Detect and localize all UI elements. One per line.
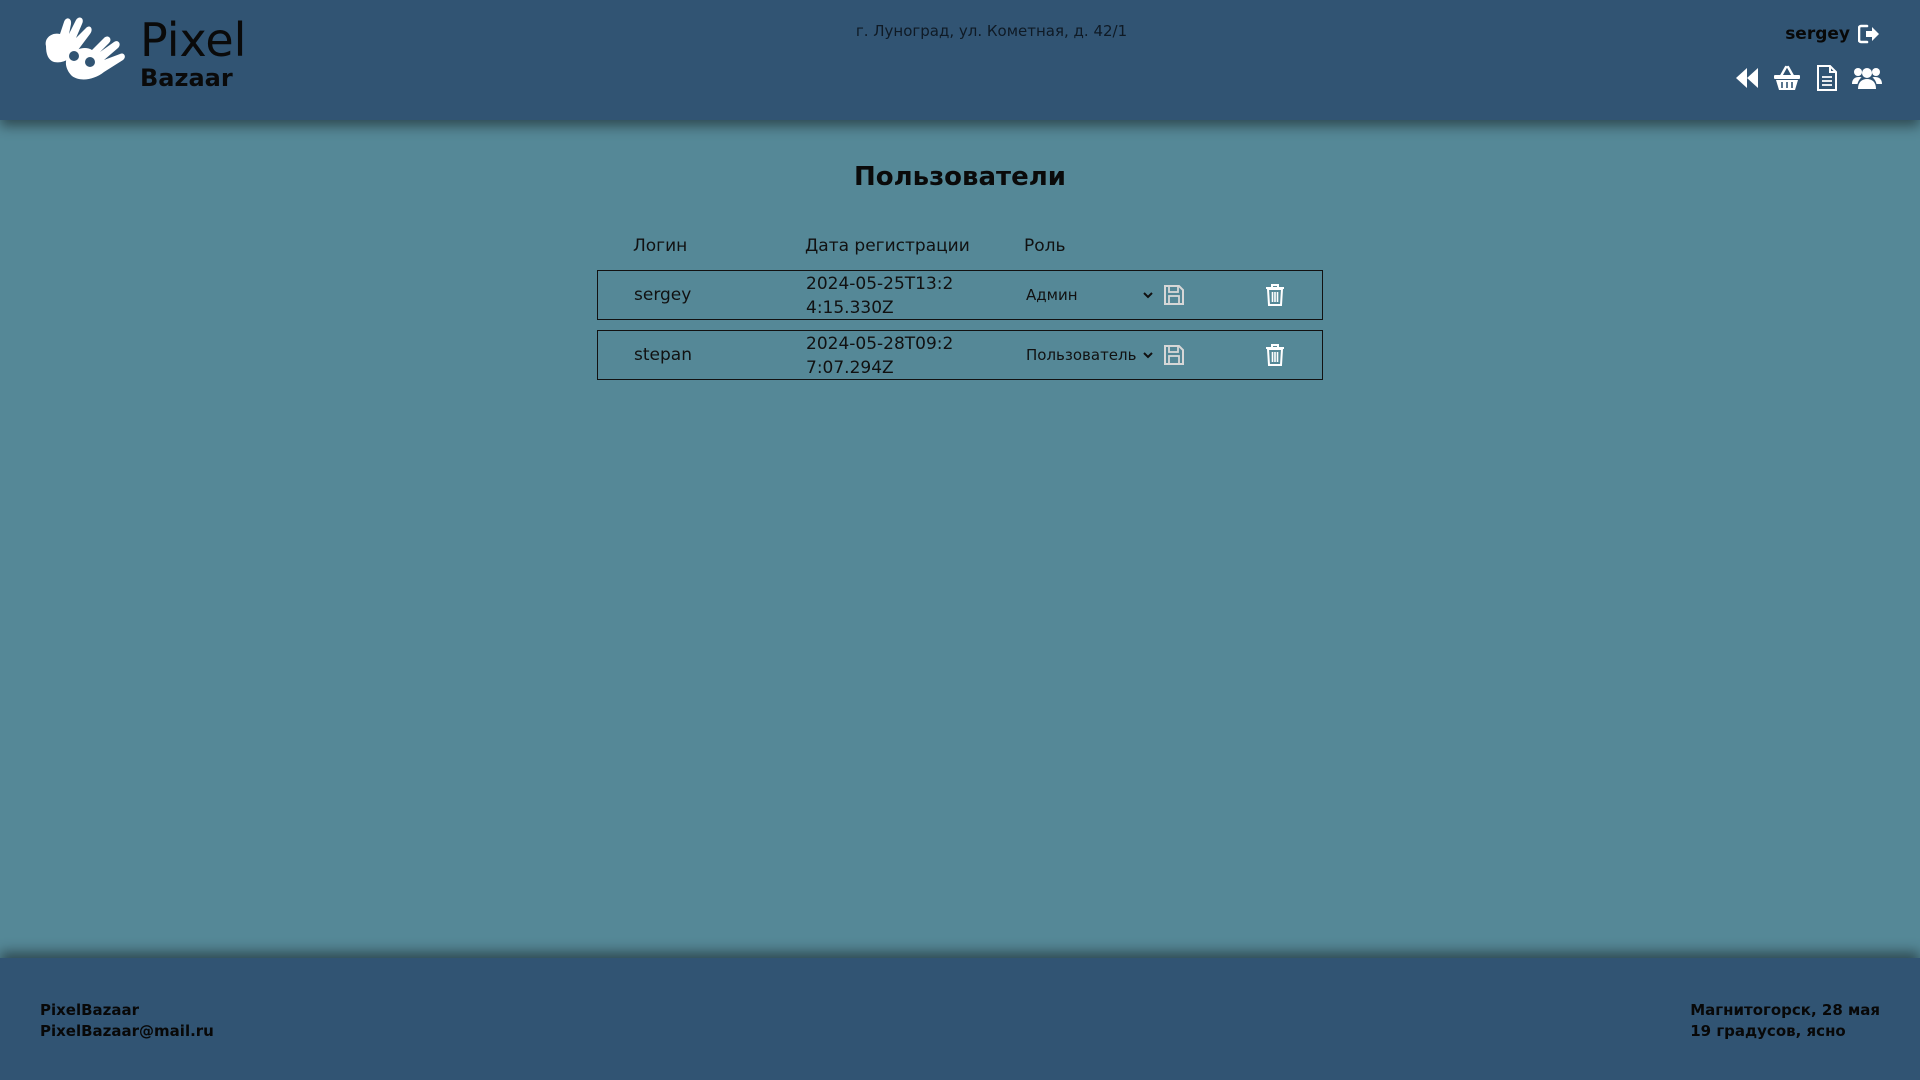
- users-icon[interactable]: [1852, 63, 1882, 93]
- chevron-down-icon: [1143, 292, 1153, 299]
- basket-icon[interactable]: [1772, 63, 1802, 93]
- role-select[interactable]: Пользователь: [1026, 344, 1154, 366]
- sign-out-icon[interactable]: [1858, 24, 1880, 44]
- user-login: stepan: [634, 345, 692, 365]
- store-address: г. Луноград, ул. Кометная, д. 42/1: [855, 22, 1128, 40]
- role-select[interactable]: Админ: [1026, 284, 1154, 306]
- footer-email[interactable]: PixelBazaar@mail.ru: [40, 1021, 214, 1042]
- table-row: sergey 2024-05-25T13:24:15.330Z Админ: [597, 270, 1323, 320]
- nav-icons: [1732, 63, 1882, 93]
- footer-brand: PixelBazaar: [40, 1001, 140, 1019]
- trash-icon[interactable]: [1264, 283, 1286, 307]
- current-username: sergey: [1785, 24, 1850, 44]
- weather-location-date: Магнитогорск, 28 мая: [1690, 1001, 1880, 1019]
- page-title: Пользователи: [853, 162, 1067, 192]
- registration-date: 2024-05-28T09:27:07.294Z: [806, 334, 954, 378]
- footer-contacts: PixelBazaar PixelBazaar@mail.ru: [40, 1000, 214, 1042]
- user-login: sergey: [634, 285, 692, 305]
- save-icon[interactable]: [1162, 283, 1186, 307]
- site-footer: PixelBazaar PixelBazaar@mail.ru Магнитог…: [0, 958, 1920, 1080]
- site-header: Pixel Bazaar г. Луноград, ул. Кометная, …: [0, 0, 1920, 120]
- role-select-value: Пользователь: [1026, 346, 1137, 364]
- main-content: Пользователи Логин Дата регистрации Роль…: [0, 120, 1920, 958]
- trash-icon[interactable]: [1264, 343, 1286, 367]
- role-select-value: Админ: [1026, 286, 1078, 304]
- backward-icon[interactable]: [1732, 63, 1762, 93]
- table-row: stepan 2024-05-28T09:27:07.294Z Пользова…: [597, 330, 1323, 380]
- registration-date: 2024-05-25T13:24:15.330Z: [806, 274, 954, 318]
- logo-subtitle: Bazaar: [140, 64, 233, 92]
- save-icon[interactable]: [1162, 343, 1186, 367]
- column-header-role: Роль: [1024, 236, 1066, 256]
- chevron-down-icon: [1143, 352, 1153, 359]
- footer-weather: Магнитогорск, 28 мая 19 градусов, ясно: [1690, 1000, 1880, 1042]
- weather-conditions: 19 градусов, ясно: [1690, 1022, 1846, 1040]
- column-header-date: Дата регистрации: [805, 236, 970, 256]
- document-icon[interactable]: [1812, 63, 1842, 93]
- column-header-login: Логин: [633, 236, 688, 256]
- user-area: sergey: [1785, 24, 1880, 44]
